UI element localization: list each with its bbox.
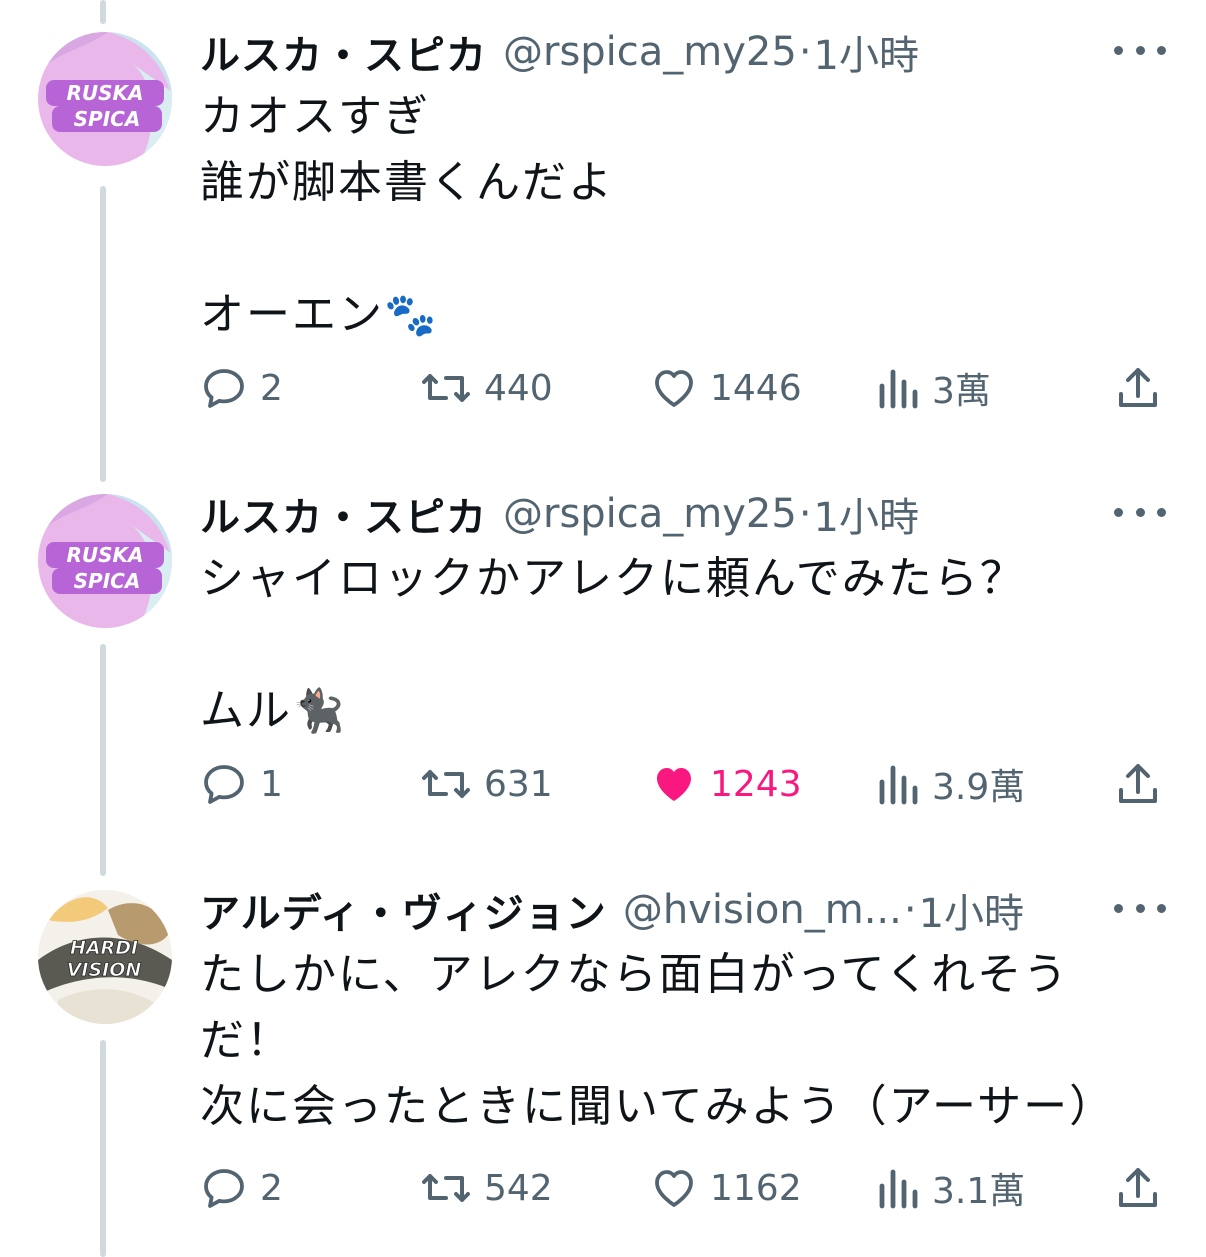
tweet-text: シャイロックかアレクに頼んでみたら？ ムル🐈‍⬛ [200,546,1026,744]
avatar[interactable]: RUSKA SPICA [38,32,172,166]
more-icon[interactable] [1114,30,1166,70]
display-name[interactable]: ルスカ・スピカ [200,485,487,543]
handle[interactable]: @hvision_m... [623,887,902,933]
reply-button[interactable]: 2 [200,1158,283,1218]
share-button[interactable] [1114,754,1174,814]
retweet-count: 440 [484,367,553,409]
share-icon [1119,368,1157,407]
share-icon [1119,764,1157,803]
reply-count: 2 [260,367,283,409]
reply-icon [204,1169,244,1208]
action-bar: 2 542 1162 3.1萬 [200,1158,1170,1218]
retweet-icon [422,770,470,798]
more-icon[interactable] [1114,492,1166,532]
separator: · [798,491,812,537]
display-name[interactable]: ルスカ・スピカ [200,23,487,81]
retweet-button[interactable]: 631 [420,754,553,814]
share-button[interactable] [1114,358,1174,418]
paw-emoji: 🐾 [384,290,439,339]
separator: · [903,887,917,933]
like-count: 1162 [710,1167,802,1209]
tweet-3[interactable]: HARDI VISION アルディ・ヴィジョン @hvision_m... · … [0,880,1206,1257]
like-icon [655,1170,693,1207]
timestamp[interactable]: 1小時 [919,881,1024,939]
views-button[interactable]: 3.1萬 [876,1158,1025,1218]
timestamp[interactable]: 1小時 [814,23,919,81]
retweet-button[interactable]: 542 [420,1158,553,1218]
views-icon [879,369,918,409]
like-count: 1446 [710,367,802,409]
display-name[interactable]: アルディ・ヴィジョン [200,881,607,939]
action-bar: 2 440 1446 3萬 [200,358,1170,418]
reply-icon [204,369,244,408]
views-button[interactable]: 3.9萬 [876,754,1025,814]
retweet-icon [422,374,470,402]
reply-count: 2 [260,1167,283,1209]
thread-line [100,0,106,24]
svg-text:SPICA: SPICA [74,107,141,131]
timestamp[interactable]: 1小時 [814,485,919,543]
tweet-text: カオスすぎ 誰が脚本書くんだよ オーエン🐾 [200,84,614,348]
retweet-count: 631 [484,763,553,805]
avatar[interactable]: RUSKA SPICA [38,494,172,628]
tweet-2[interactable]: RUSKA SPICA ルスカ・スピカ @rspica_my25 · 1小時 シ… [0,484,1206,844]
avatar-image: RUSKA SPICA [38,494,172,628]
like-icon [655,370,693,407]
like-button[interactable]: 1446 [650,358,802,418]
action-bar: 1 631 1243 3.9萬 [200,754,1170,814]
tweet-header: ルスカ・スピカ @rspica_my25 · 1小時 [200,484,919,544]
retweet-icon [422,1174,470,1202]
svg-text:VISION: VISION [67,959,142,981]
handle[interactable]: @rspica_my25 [503,491,797,537]
avatar-image: RUSKA SPICA [38,32,172,166]
reply-button[interactable]: 2 [200,358,283,418]
retweet-count: 542 [484,1167,553,1209]
separator: · [798,29,812,75]
like-icon-filled [657,768,691,801]
handle[interactable]: @rspica_my25 [503,29,797,75]
share-button[interactable] [1114,1158,1174,1218]
tweet-header: ルスカ・スピカ @rspica_my25 · 1小時 [200,22,919,82]
reply-icon [204,765,244,804]
avatar-image: HARDI VISION [38,890,172,1024]
svg-text:RUSKA: RUSKA [66,81,143,105]
views-count: 3萬 [932,371,991,412]
tweet-text-content: たしかに、アレクなら面白がってくれそう だ！ 次に会ったときに聞いてみよう（アー… [200,949,1116,1132]
avatar[interactable]: HARDI VISION [38,890,172,1024]
views-count: 3.9萬 [932,767,1026,808]
views-count: 3.1萬 [932,1171,1026,1212]
black-cat-emoji: 🐈‍⬛ [292,686,347,735]
more-icon[interactable] [1114,888,1166,928]
tweet-text: たしかに、アレクなら面白がってくれそう だ！ 次に会ったときに聞いてみよう（アー… [200,942,1115,1140]
retweet-button[interactable]: 440 [420,358,553,418]
reply-count: 1 [260,763,283,805]
share-icon [1119,1168,1157,1207]
views-button[interactable]: 3萬 [876,358,991,418]
tweet-header: アルディ・ヴィジョン @hvision_m... · 1小時 [200,880,1024,940]
views-icon [879,1169,918,1209]
like-button[interactable]: 1162 [650,1158,802,1218]
views-icon [879,765,918,805]
reply-button[interactable]: 1 [200,754,283,814]
like-count: 1243 [710,763,802,805]
like-button[interactable]: 1243 [650,754,802,814]
svg-text:SPICA: SPICA [74,569,141,593]
svg-text:HARDI: HARDI [70,937,138,959]
tweet-1[interactable]: RUSKA SPICA ルスカ・スピカ @rspica_my25 · 1小時 カ… [0,22,1206,442]
svg-text:RUSKA: RUSKA [66,543,143,567]
